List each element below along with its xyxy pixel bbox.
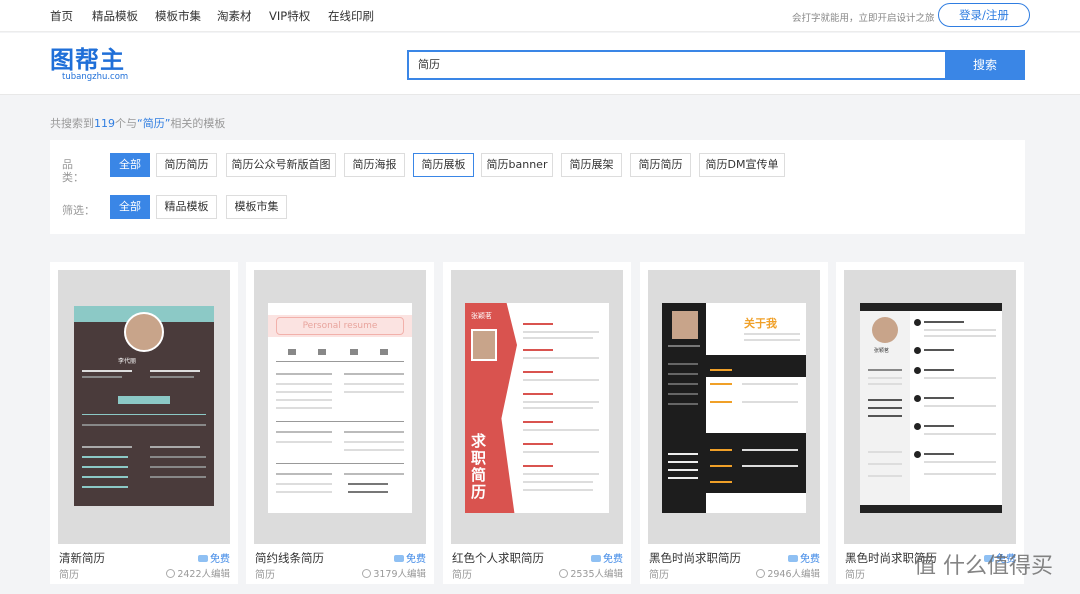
edit-count-text: 2946人编辑 — [767, 569, 820, 580]
category-tag[interactable]: 简历简历 — [156, 153, 217, 177]
resume-preview: 张颖茗 求职简历 — [465, 303, 609, 513]
category-tag[interactable]: 简历简历 — [630, 153, 691, 177]
template-card[interactable]: Personal resume 简约线条简历 简历 免费 3179人编辑 — [246, 262, 434, 584]
category-tag-selected[interactable]: 简历展板 — [413, 153, 474, 177]
edit-count: 2422人编辑 — [166, 566, 230, 580]
user-icon — [362, 569, 372, 578]
category-label: 品 类： — [62, 158, 84, 184]
edit-count: 2946人编辑 — [756, 566, 820, 580]
category-tag[interactable]: 简历海报 — [344, 153, 405, 177]
free-label: 免费 — [800, 554, 820, 565]
card-category: 简历 — [255, 570, 275, 581]
card-category: 简历 — [59, 570, 79, 581]
tag-icon — [198, 555, 208, 562]
logo-text: 图帮主 — [50, 46, 125, 74]
tag-icon — [788, 555, 798, 562]
category-tag[interactable]: 简历展架 — [561, 153, 622, 177]
template-thumbnail[interactable]: 李代丽 — [58, 270, 230, 544]
resume-preview: 李代丽 — [74, 306, 214, 506]
template-thumbnail[interactable]: Personal resume — [254, 270, 426, 544]
user-icon — [166, 569, 176, 578]
category-tag-all[interactable]: 全部 — [110, 153, 150, 177]
result-suffix: 相关的模板 — [170, 117, 226, 130]
screen-tag-market[interactable]: 模板市集 — [226, 195, 287, 219]
template-card[interactable]: 李代丽 清新简历 简历 免费 2422人编辑 — [50, 262, 238, 584]
header: 图帮主 tubangzhu.com 简历 搜索 — [0, 33, 1080, 95]
logo-domain: tubangzhu.com — [62, 72, 129, 82]
top-nav: 首页 精品模板 模板市集 淘素材 VIP特权 在线印刷 会打字就能用，立即开启设… — [0, 0, 1080, 32]
avatar — [872, 317, 898, 343]
screen-tag-all[interactable]: 全部 — [110, 195, 150, 219]
card-category: 简历 — [649, 570, 669, 581]
card-title[interactable]: 红色个人求职简历 — [452, 550, 544, 566]
result-summary: 共搜索到119个与“简历”相关的模板 — [50, 115, 225, 131]
nav-vip[interactable]: VIP特权 — [269, 8, 310, 24]
result-prefix: 共搜索到 — [50, 117, 94, 130]
tag-icon — [394, 555, 404, 562]
free-badge: 免费 — [394, 550, 426, 565]
category-tag[interactable]: 简历公众号新版首图 — [226, 153, 336, 177]
template-card[interactable]: 关于我 黑色时尚求职简历 简历 免费 2946人编辑 — [640, 262, 828, 584]
free-label: 免费 — [210, 554, 230, 565]
resume-preview: Personal resume — [268, 303, 412, 513]
card-category: 简历 — [452, 570, 472, 581]
resume-heading: Personal resume — [276, 317, 404, 335]
template-thumbnail[interactable]: 关于我 — [648, 270, 820, 544]
avatar — [471, 329, 497, 361]
slogan: 会打字就能用，立即开启设计之旅 — [792, 13, 935, 24]
edit-count-text: 3179人编辑 — [373, 569, 426, 580]
user-icon — [756, 569, 766, 578]
tag-icon — [591, 555, 601, 562]
avatar — [672, 311, 698, 339]
card-title[interactable]: 简约线条简历 — [255, 550, 324, 566]
logo[interactable]: 图帮主 tubangzhu.com — [50, 47, 128, 82]
card-title[interactable]: 清新简历 — [59, 550, 105, 566]
edit-count-text: 2422人编辑 — [177, 569, 230, 580]
result-keyword: “简历” — [137, 117, 171, 130]
free-label: 免费 — [406, 554, 426, 565]
card-category: 简历 — [845, 570, 865, 581]
category-tag[interactable]: 简历DM宣传单 — [699, 153, 785, 177]
template-thumbnail[interactable]: 张颖茗 求职简历 — [451, 270, 623, 544]
edit-count: 2535人编辑 — [559, 566, 623, 580]
resume-preview: 关于我 — [662, 303, 806, 513]
resume-name: 李代丽 — [118, 358, 137, 365]
resume-heading: 关于我 — [744, 317, 777, 330]
template-thumbnail[interactable]: 张颖茗 — [844, 270, 1016, 544]
resume-preview: 张颖茗 — [860, 303, 1002, 513]
resume-name: 张颖茗 — [471, 312, 492, 320]
screen-label: 筛选： — [62, 204, 95, 217]
edit-count: 3179人编辑 — [362, 566, 426, 580]
avatar — [124, 312, 164, 352]
search-button[interactable]: 搜索 — [945, 50, 1025, 80]
resume-name: 张颖茗 — [874, 348, 890, 354]
result-count: 119 — [94, 117, 115, 130]
login-register-button[interactable]: 登录/注册 — [938, 3, 1030, 27]
user-icon — [559, 569, 569, 578]
screen-tag-premium[interactable]: 精品模板 — [156, 195, 217, 219]
resume-vertical-title: 求职简历 — [471, 432, 487, 501]
free-badge: 免费 — [788, 550, 820, 565]
free-badge: 免费 — [198, 550, 230, 565]
search-input[interactable]: 简历 — [407, 50, 947, 80]
watermark: 值 什么值得买 — [914, 554, 1053, 579]
template-card[interactable]: 张颖茗 求职简历 红色个人求职简历 简历 免费 2535人编辑 — [443, 262, 631, 584]
filter-panel: 品 类： 全部 简历简历 简历公众号新版首图 简历海报 简历展板 简历banne… — [50, 140, 1025, 234]
nav-template-market[interactable]: 模板市集 — [155, 8, 201, 24]
card-title[interactable]: 黑色时尚求职简历 — [649, 550, 741, 566]
category-tag[interactable]: 简历banner — [481, 153, 553, 177]
nav-printing[interactable]: 在线印刷 — [328, 8, 374, 24]
nav-materials[interactable]: 淘素材 — [217, 8, 252, 24]
result-middle: 个与 — [115, 117, 137, 130]
template-card[interactable]: 张颖茗 黑色时尚求职简历 简历 免费 — [836, 262, 1024, 584]
edit-count-text: 2535人编辑 — [570, 569, 623, 580]
nav-home[interactable]: 首页 — [50, 8, 73, 24]
free-badge: 免费 — [591, 550, 623, 565]
free-label: 免费 — [603, 554, 623, 565]
nav-premium-templates[interactable]: 精品模板 — [92, 8, 138, 24]
